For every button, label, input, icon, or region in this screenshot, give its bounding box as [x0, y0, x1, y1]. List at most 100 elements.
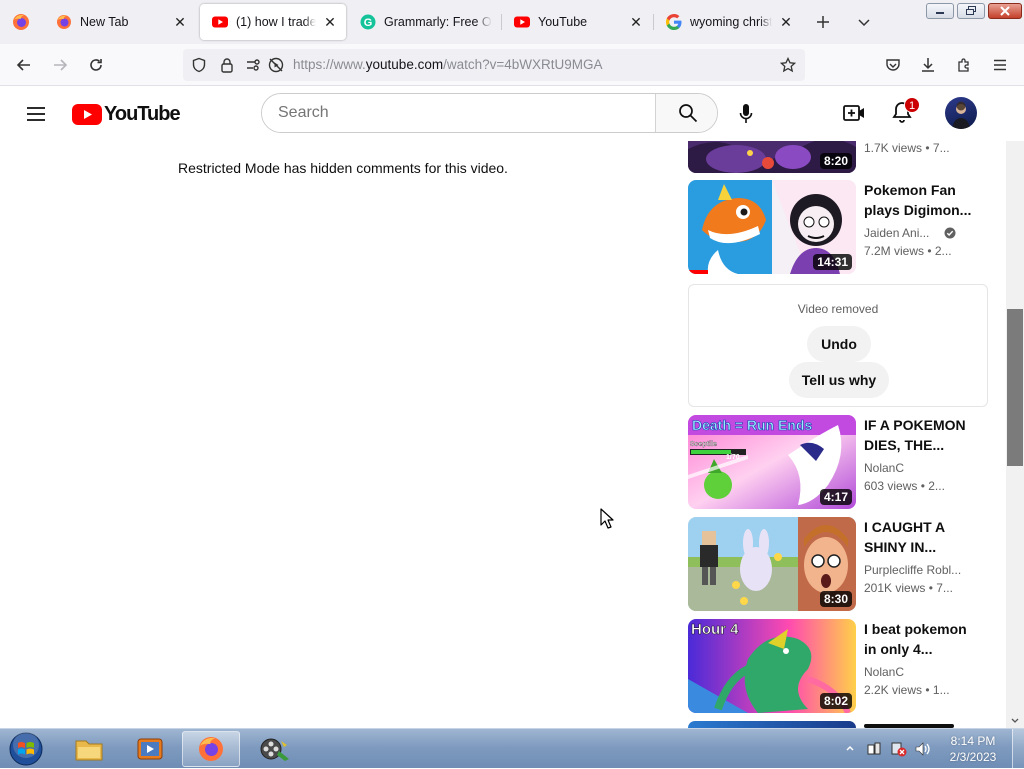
extensions-button[interactable] — [952, 53, 976, 77]
svg-text:G: G — [364, 17, 373, 29]
network-disconnected-icon[interactable] — [890, 740, 908, 758]
system-clock[interactable]: 8:14 PM 2/3/2023 — [942, 733, 1004, 765]
chevron-down-icon — [858, 19, 870, 27]
app-menu-button[interactable] — [988, 53, 1012, 77]
url-text[interactable]: https://www.youtube.com/watch?v=4bWXRtU9… — [293, 57, 603, 72]
forward-button[interactable] — [48, 53, 72, 77]
show-hidden-icons-icon[interactable] — [846, 745, 854, 751]
video-removed-card: Video removed Undo Tell us why — [688, 284, 988, 407]
youtube-icon — [212, 16, 228, 28]
tab-new-tab[interactable]: New Tab ✕ — [44, 4, 196, 40]
downloads-button[interactable] — [916, 53, 940, 77]
google-icon — [666, 14, 682, 30]
video-thumbnail[interactable]: 8:30 — [688, 517, 856, 611]
recommended-video[interactable]: Death = Run Ends Sceptile 1/70 4:17 IF A… — [688, 415, 988, 509]
youtube-logo[interactable]: YouTube — [72, 102, 181, 126]
restore-window-button[interactable] — [957, 3, 985, 19]
tab-google-search[interactable]: wyoming christian ✕ — [654, 4, 802, 40]
channel-name[interactable]: Jaiden Ani... — [864, 226, 956, 240]
list-all-tabs-button[interactable] — [852, 10, 876, 34]
reload-button[interactable] — [84, 53, 108, 77]
channel-name[interactable]: NolanC — [864, 461, 904, 475]
pocket-button[interactable] — [881, 53, 905, 77]
close-window-button[interactable] — [988, 3, 1022, 19]
scrollbar-thumb[interactable] — [1007, 309, 1023, 466]
microphone-icon — [739, 104, 753, 123]
bookmark-star-icon[interactable] — [780, 57, 796, 73]
close-tab-icon[interactable]: ✕ — [172, 14, 188, 30]
video-title[interactable]: IF A POKEMON DIES, THE... — [864, 415, 974, 455]
video-thumbnail[interactable]: Hour 4 8:02 — [688, 619, 856, 713]
video-thumbnail[interactable]: Death = Run Ends Sceptile 1/70 4:17 — [688, 415, 856, 509]
shield-icon[interactable] — [191, 57, 207, 73]
taskbar-firefox[interactable] — [182, 731, 240, 767]
permissions-icon[interactable] — [245, 57, 261, 73]
search-input[interactable] — [262, 94, 655, 132]
lock-icon[interactable] — [219, 57, 235, 73]
tell-us-why-button[interactable]: Tell us why — [789, 362, 889, 398]
voice-search-button[interactable] — [733, 100, 759, 128]
minimize-window-button[interactable] — [926, 3, 954, 19]
tab-label: Grammarly: Free O — [384, 15, 492, 29]
page-scrollbar[interactable] — [1006, 141, 1024, 728]
recommended-video-partial[interactable] — [688, 721, 988, 728]
channel-name[interactable]: NolanC — [864, 665, 904, 679]
clock-date: 2/3/2023 — [949, 750, 997, 764]
restricted-mode-message: Restricted Mode has hidden comments for … — [178, 160, 508, 176]
back-button[interactable] — [12, 53, 36, 77]
tab-label: wyoming christian — [690, 15, 772, 29]
recommended-video[interactable]: 8:30 I CAUGHT A SHINY IN... Purplecliffe… — [688, 517, 988, 611]
search-icon — [678, 104, 697, 123]
autoplay-blocked-icon[interactable] — [267, 56, 285, 74]
show-desktop-button[interactable] — [1012, 729, 1024, 769]
video-meta: 603 views • 2... — [864, 479, 945, 493]
action-center-icon[interactable] — [866, 741, 882, 757]
notifications-button[interactable]: 1 — [890, 97, 920, 128]
create-button[interactable] — [842, 101, 868, 127]
recommended-video-partial[interactable]: 8:20 1.7K views • 7... — [688, 141, 988, 173]
video-duration: 14:31 — [813, 254, 852, 270]
video-duration: 8:20 — [819, 153, 852, 169]
close-tab-icon[interactable]: ✕ — [778, 14, 794, 30]
video-thumbnail[interactable] — [688, 721, 856, 728]
recommended-video[interactable]: Hour 4 8:02 I beat pokemon in only 4... … — [688, 619, 988, 713]
video-duration: 4:17 — [819, 489, 852, 505]
close-tab-icon[interactable]: ✕ — [322, 14, 338, 30]
url-domain: youtube.com — [365, 57, 444, 72]
video-title[interactable]: I CAUGHT A SHINY IN... — [864, 517, 974, 557]
taskbar-file-explorer[interactable] — [60, 731, 118, 767]
pocket-icon — [886, 59, 900, 71]
close-tab-icon[interactable]: ✕ — [628, 14, 644, 30]
tab-youtube[interactable]: YouTube ✕ — [502, 4, 652, 40]
guide-menu-button[interactable] — [24, 102, 48, 126]
video-meta: 7.2M views • 2... — [864, 244, 952, 258]
windows-taskbar: 8:14 PM 2/3/2023 — [0, 728, 1024, 769]
start-button[interactable] — [6, 730, 46, 768]
video-duration: 8:02 — [819, 693, 852, 709]
thumbnail-caption: Death = Run Ends — [692, 417, 812, 433]
video-thumbnail[interactable]: 14:31 — [688, 180, 856, 274]
arrow-right-icon — [54, 59, 68, 71]
video-title[interactable]: I beat pokemon in only 4... — [864, 619, 974, 659]
url-bar[interactable]: https://www.youtube.com/watch?v=4bWXRtU9… — [183, 49, 805, 81]
taskbar-movie-maker[interactable] — [246, 731, 304, 767]
taskbar-media-player[interactable] — [121, 731, 179, 767]
volume-icon[interactable] — [914, 740, 932, 758]
video-thumbnail[interactable]: 8:20 — [688, 141, 856, 173]
account-avatar[interactable] — [945, 97, 977, 129]
search-button[interactable] — [655, 94, 717, 132]
tab-youtube-video[interactable]: (1) how I traded a ✕ — [200, 4, 346, 40]
channel-name[interactable]: Purplecliffe Robl... — [864, 563, 961, 577]
firefox-view-button[interactable] — [0, 0, 42, 44]
scroll-down-arrow-icon[interactable] — [1011, 718, 1019, 724]
youtube-icon — [514, 16, 530, 28]
new-tab-button[interactable] — [811, 10, 835, 34]
recommended-video[interactable]: 14:31 Pokemon Fan plays Digimon... Jaide… — [688, 180, 988, 274]
video-removed-message: Video removed — [797, 302, 879, 316]
film-reel-icon — [260, 738, 289, 761]
folder-icon — [75, 740, 103, 761]
tab-grammarly[interactable]: G Grammarly: Free O — [348, 4, 500, 40]
search-box — [261, 93, 718, 133]
undo-button[interactable]: Undo — [807, 326, 871, 362]
video-title[interactable]: Pokemon Fan plays Digimon... — [864, 180, 974, 220]
